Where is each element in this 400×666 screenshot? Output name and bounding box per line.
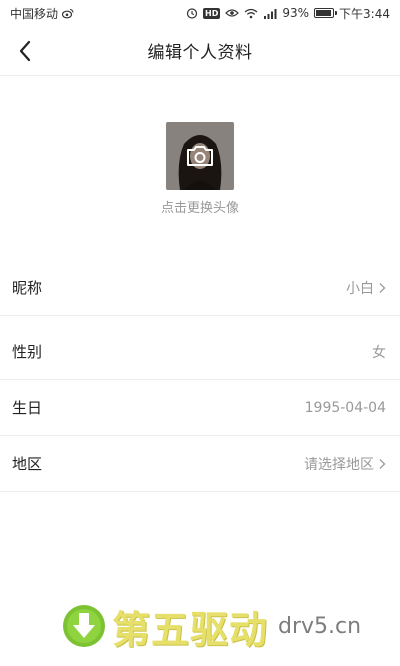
row-value: 小白	[346, 280, 374, 297]
row-value: 请选择地区	[304, 456, 374, 473]
battery-icon	[314, 8, 338, 18]
chevron-right-icon	[379, 458, 386, 469]
row-right: 请选择地区	[304, 454, 386, 474]
row-value: 女	[372, 344, 386, 361]
avatar-hint: 点击更换头像	[160, 201, 239, 216]
row-nickname[interactable]: 昵称 小白	[0, 260, 400, 316]
camera-icon	[187, 146, 213, 166]
row-right: 小白	[346, 278, 386, 298]
eye-icon	[225, 8, 240, 18]
row-label: 生日	[12, 399, 43, 417]
row-region[interactable]: 地区 请选择地区	[0, 436, 400, 492]
signal-icon	[263, 8, 277, 19]
row-label: 昵称	[12, 279, 43, 297]
alarm-icon	[186, 7, 198, 19]
row-label: 性别	[12, 343, 43, 361]
row-right: 女	[372, 342, 386, 362]
hd-icon: HD	[203, 7, 221, 19]
row-label: 地区	[12, 455, 43, 473]
clock: 下午3:44	[339, 6, 390, 21]
chevron-left-icon	[19, 40, 31, 62]
page-title: 编辑个人资料	[147, 43, 253, 63]
status-bar: 中国移动 HD 93% 下午3:44	[0, 0, 400, 26]
row-value: 1995-04-04	[304, 399, 386, 416]
watermark-url: drv5.cn	[278, 613, 362, 639]
download-arrow-icon	[63, 605, 105, 647]
battery-fill	[316, 10, 331, 16]
avatar-button[interactable]	[166, 122, 234, 190]
nav-bar: 编辑个人资料	[0, 26, 400, 76]
back-button[interactable]	[12, 38, 38, 64]
avatar-section: 点击更换头像	[0, 77, 400, 237]
carrier-label: 中国移动	[10, 6, 59, 21]
wifi-icon	[244, 8, 258, 19]
status-left: 中国移动	[10, 5, 74, 22]
watermark: 第五驱动 drv5.cn	[62, 600, 392, 652]
row-birthday[interactable]: 生日 1995-04-04	[0, 380, 400, 436]
battery-percent: 93%	[282, 6, 310, 20]
status-right: HD 93% 下午3:44	[186, 5, 390, 22]
weibo-icon	[62, 8, 74, 19]
chevron-right-icon	[379, 282, 386, 293]
row-gender[interactable]: 性别 女	[0, 324, 400, 380]
row-right: 1995-04-04	[305, 400, 386, 416]
watermark-cn: 第五驱动	[112, 607, 269, 652]
